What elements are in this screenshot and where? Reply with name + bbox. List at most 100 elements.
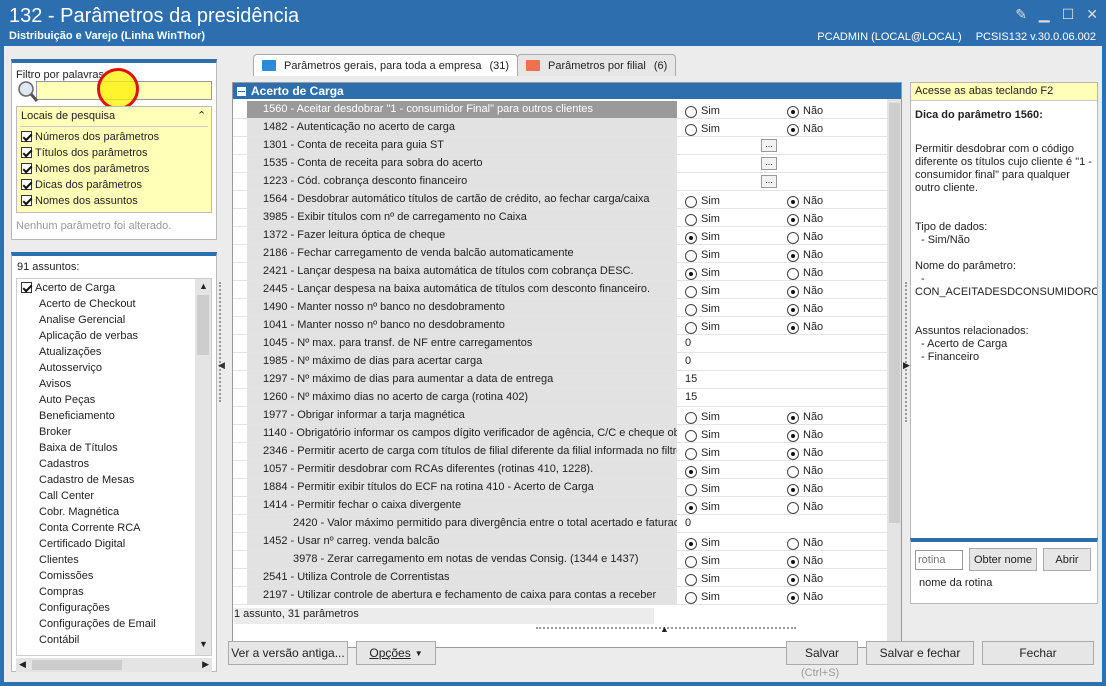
radio-sim[interactable]: Sim	[685, 193, 720, 210]
radio-selected-icon[interactable]	[787, 321, 799, 334]
subject-item[interactable]: Auto Peças	[39, 394, 95, 406]
radio-nao[interactable]: Não	[787, 427, 823, 444]
radio-nao[interactable]: Não	[787, 211, 823, 228]
radio-unselected-icon[interactable]	[685, 447, 697, 460]
radio-sim[interactable]: Sim	[685, 499, 720, 516]
checkbox-checked-icon[interactable]	[21, 282, 32, 293]
radio-unselected-icon[interactable]	[685, 195, 697, 208]
subject-item[interactable]: Cadastros	[39, 458, 89, 470]
expand-up-icon[interactable]: ▲	[660, 624, 669, 634]
subject-item[interactable]: Certificado Digital	[39, 538, 125, 550]
radio-selected-icon[interactable]	[787, 195, 799, 208]
param-row[interactable]: 1372 - Fazer leitura óptica de cheque Sim…	[233, 227, 901, 245]
radio-nao[interactable]: Não	[787, 103, 823, 120]
param-row[interactable]: 2421 - Lançar despesa na baixa automátic…	[233, 263, 901, 282]
checkbox-checked-icon[interactable]	[21, 131, 32, 142]
radio-nao[interactable]: Não	[787, 499, 823, 516]
checkbox-checked-icon[interactable]	[21, 163, 32, 174]
param-row[interactable]: 1452 - Usar nº carreg. venda balcão Sim Nã…	[233, 533, 901, 552]
param-row[interactable]: 2420 - Valor máximo permitido para diver…	[233, 515, 901, 533]
radio-nao[interactable]: Não	[787, 319, 823, 336]
radio-nao[interactable]: Não	[787, 283, 823, 300]
radio-selected-icon[interactable]	[685, 465, 697, 478]
radio-selected-icon[interactable]	[787, 105, 799, 118]
radio-selected-icon[interactable]	[787, 411, 799, 424]
radio-nao[interactable]: Não	[787, 121, 823, 138]
radio-unselected-icon[interactable]	[685, 591, 697, 604]
radio-nao[interactable]: Não	[787, 247, 823, 264]
param-row[interactable]: 1223 - Cód. cobrança desconto financeiro…	[233, 173, 901, 191]
param-row[interactable]: 2186 - Fechar carregamento de venda balc…	[233, 245, 901, 264]
radio-sim[interactable]: Sim	[685, 265, 720, 282]
radio-selected-icon[interactable]	[787, 447, 799, 460]
radio-unselected-icon[interactable]	[685, 483, 697, 496]
location-option[interactable]: Títulos dos parâmetros	[21, 147, 148, 159]
subject-item[interactable]: Acerto de Checkout	[39, 298, 136, 310]
radio-unselected-icon[interactable]	[787, 537, 799, 550]
param-row[interactable]: 1301 - Conta de receita para guia ST...	[233, 137, 901, 155]
param-text-value[interactable]: 0	[681, 355, 691, 367]
radio-unselected-icon[interactable]	[685, 249, 697, 262]
subject-item[interactable]: Comissões	[39, 570, 93, 582]
radio-selected-icon[interactable]	[787, 249, 799, 262]
param-row[interactable]: 3978 - Zerar carregamento em notas de ve…	[233, 551, 901, 570]
radio-selected-icon[interactable]	[787, 303, 799, 316]
param-row[interactable]: 1490 - Manter nosso nº banco no desdobra…	[233, 299, 901, 318]
edit-icon[interactable]: ✎	[1015, 6, 1027, 23]
radio-selected-icon[interactable]	[787, 429, 799, 442]
subject-item[interactable]: Compras	[39, 586, 84, 598]
radio-selected-icon[interactable]	[685, 501, 697, 514]
location-option[interactable]: Nomes dos parâmetros	[21, 163, 149, 175]
radio-sim[interactable]: Sim	[685, 535, 720, 552]
radio-nao[interactable]: Não	[787, 535, 823, 552]
radio-selected-icon[interactable]	[787, 555, 799, 568]
radio-unselected-icon[interactable]	[787, 231, 799, 244]
radio-sim[interactable]: Sim	[685, 103, 720, 120]
subject-item[interactable]: Cobr. Magnética	[39, 506, 119, 518]
subject-item[interactable]: Baixa de Títulos	[39, 442, 118, 454]
tab-general[interactable]: Parâmetros gerais, para toda a empresa (…	[253, 54, 519, 76]
subjects-hscroll[interactable]: ◀ ▶	[16, 658, 212, 672]
radio-unselected-icon[interactable]	[685, 285, 697, 298]
radio-unselected-icon[interactable]	[685, 555, 697, 568]
param-row[interactable]: 1140 - Obrigatório informar os campos dí…	[233, 425, 901, 444]
radio-nao[interactable]: Não	[787, 301, 823, 318]
radio-unselected-icon[interactable]	[685, 213, 697, 226]
left-splitter[interactable]	[219, 282, 227, 402]
radio-selected-icon[interactable]	[787, 573, 799, 586]
param-text-value[interactable]: 15	[681, 373, 697, 385]
subject-item[interactable]: Avisos	[39, 378, 71, 390]
lookup-button[interactable]: ...	[761, 157, 777, 170]
subject-item[interactable]: Configurações	[39, 602, 110, 614]
param-row[interactable]: 2445 - Lançar despesa na baixa automátic…	[233, 281, 901, 300]
param-row[interactable]: 2346 - Permitir acerto de carga com títu…	[233, 443, 901, 462]
location-option[interactable]: Números dos parâmetros	[21, 131, 159, 143]
subject-item[interactable]: Aplicação de verbas	[39, 330, 138, 342]
options-button[interactable]: Opções ▼	[356, 641, 436, 665]
checkbox-checked-icon[interactable]	[21, 195, 32, 206]
save-close-button[interactable]: Salvar e fechar	[866, 641, 974, 665]
param-row[interactable]: 2197 - Utilizar controle de abertura e f…	[233, 587, 901, 605]
get-name-button[interactable]: Obter nome	[969, 548, 1037, 571]
save-button[interactable]: Salvar	[786, 641, 858, 665]
radio-selected-icon[interactable]	[787, 285, 799, 298]
open-button[interactable]: Abrir	[1043, 548, 1091, 571]
subject-item[interactable]: Contábil	[39, 634, 79, 646]
radio-nao[interactable]: Não	[787, 553, 823, 570]
subject-item[interactable]: Beneficiamento	[39, 410, 115, 422]
subject-item[interactable]: Acerto de Carga	[21, 282, 115, 294]
subject-item[interactable]: Broker	[39, 426, 71, 438]
param-row[interactable]: 1482 - Autenticação no acerto de carga Si…	[233, 119, 901, 138]
radio-selected-icon[interactable]	[787, 483, 799, 496]
radio-sim[interactable]: Sim	[685, 121, 720, 138]
radio-nao[interactable]: Não	[787, 445, 823, 462]
radio-nao[interactable]: Não	[787, 265, 823, 282]
radio-unselected-icon[interactable]	[787, 465, 799, 478]
param-text-value[interactable]: 0	[681, 337, 691, 349]
subjects-scrollbar[interactable]: ▲ ▼	[195, 279, 211, 655]
radio-sim[interactable]: Sim	[685, 481, 720, 498]
param-row[interactable]: 1045 - Nº max. para transf. de NF entre …	[233, 335, 901, 353]
subject-item[interactable]: Autosserviço	[39, 362, 102, 374]
param-text-value[interactable]: 15	[681, 391, 697, 403]
subject-item[interactable]: Call Center	[39, 490, 94, 502]
